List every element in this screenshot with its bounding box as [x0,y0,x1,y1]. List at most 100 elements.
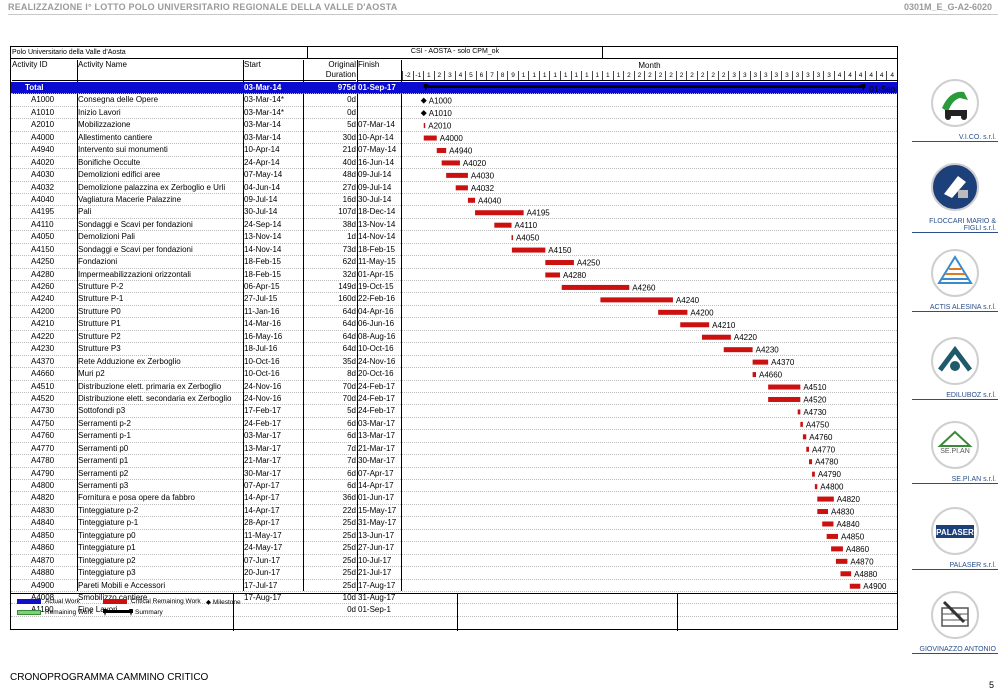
critical-bar [817,509,829,515]
col-header-name[interactable]: Activity Name [78,60,244,81]
footer-title: CRONOPROGRAMMA CAMMINO CRITICO [10,672,209,683]
month-tick: 2 [433,71,445,80]
activity-id: A4210 [31,319,55,329]
activity-id: A4940 [31,145,55,155]
activity-id: A4790 [31,468,55,478]
critical-bar [658,309,688,315]
month-tick: 3 [749,71,761,80]
milestone-icon: ◆ [206,599,213,606]
month-tick: 4 [875,71,887,80]
logo-floccari-label: FLOCCARI MARIO & FIGLI s.r.l. [912,218,998,233]
activity-id: A4900 [31,580,55,590]
legend: Actual Work Remaining Work Critical Rema… [11,593,897,631]
activity-start: 04-Jun-14 [244,182,281,192]
activity-duration: 5d [347,406,356,416]
sepian-logo: SE.PI.AN [931,421,979,469]
activity-start: 17-Jul-17 [244,580,278,590]
activity-name: Strutture P1 [78,319,121,329]
bar-label: A4020 [463,159,487,168]
activity-id: A4850 [31,530,55,540]
activity-finish: 07-May-14 [358,145,397,155]
activity-name: Fornitura e posa opere da fabbro [78,493,195,503]
activity-id: A4800 [31,481,55,490]
actual-swatch [17,598,41,604]
gantt-frame: Polo Universitario della Valle d'Aosta C… [10,46,898,631]
legend-summary: Summary [103,609,163,616]
activity-name: Allestimento cantiere [78,132,153,142]
activity-id: A4110 [31,219,54,229]
critical-bar [441,160,460,166]
activity-duration: 107d [338,207,356,217]
activity-start: 14-Apr-17 [244,505,280,515]
activity-name: Serramenti p0 [78,443,129,453]
bar-label: A4880 [854,570,878,579]
critical-bar [545,260,574,266]
activity-start: 07-Jun-17 [244,555,281,565]
activity-start: 10-Oct-16 [244,369,280,379]
activity-name: Sondaggi e Scavi per fondazioni [78,244,193,254]
critical-bar [752,372,757,378]
activity-finish: 13-Mar-17 [358,431,395,441]
month-tick: 3 [728,71,739,80]
activity-id: A4050 [31,232,55,242]
milestone-marker [420,110,427,117]
activity-duration: 25d [342,530,356,540]
activity-duration: 64d [342,306,356,316]
month-tick: 1 [570,71,582,80]
activity-id: A4040 [31,194,55,204]
bar-label: A4150 [548,246,572,255]
activity-name: Bonifiche Occulte [78,157,141,167]
legend-milestone-label: Milestone [212,599,241,606]
month-tick: 8 [496,71,508,80]
activity-id: A4220 [31,331,55,341]
activity-name: Demolizione palazzina ex Zerboglio e Url… [78,182,226,192]
critical-bar [511,235,514,241]
bar-label: A4240 [676,296,700,305]
activity-name: Distribuzione elett. primaria ex Zerbogl… [78,381,222,391]
activity-name: Demolizioni edifici aree [78,170,161,180]
legend-actual: Actual Work [17,598,80,605]
activity-start: 11-Jan-16 [244,306,280,316]
critical-bar [800,421,803,427]
col-header-start[interactable]: Start [244,60,304,81]
milestone-label: A1010 [429,109,453,118]
col-header-id[interactable]: Activity ID [12,60,78,81]
summary-bar-label: 01-Sep-17, [869,85,897,94]
col-header-duration[interactable]: Original Duration [304,60,356,81]
bar-label: A4730 [803,408,827,417]
activity-name: Sottofondi p3 [78,406,126,416]
activity-id: A1000 [31,95,55,105]
activity-duration: 6d [347,481,356,490]
activity-finish: 09-Jul-14 [358,182,392,192]
month-tick: 2 [665,71,676,80]
activity-finish: 24-Feb-17 [358,393,395,403]
svg-text:PALASER: PALASER [936,528,974,537]
logo-floccari: FLOCCARI MARIO & FIGLI s.r.l. [912,162,998,233]
critical-bar [494,222,512,228]
activity-name: Demolizioni Pali [78,232,135,242]
month-tick: 3 [770,71,782,80]
activity-name: Serramenti p3 [78,481,129,490]
activity-duration: 25d [342,555,356,565]
activity-finish: 07-Mar-14 [358,120,395,130]
critical-bar [752,359,769,365]
month-tick: 1 [559,71,571,80]
bar-label: A4860 [846,545,870,554]
activity-name: Serramenti p-2 [78,418,131,428]
activity-start: 03-Mar-14* [244,95,285,105]
activity-duration: 36d [342,493,356,503]
activity-id: A4510 [31,381,55,391]
activity-finish: 07-Apr-17 [358,468,394,478]
activity-finish: 31-May-17 [358,518,397,528]
activity-finish: 24-Feb-17 [358,381,395,391]
activity-finish: 13-Nov-14 [358,219,396,229]
activity-duration: 7d [347,456,356,466]
activity-name: Pali [78,207,92,217]
activity-start: 11-May-17 [244,530,282,540]
activity-name: Tinteggiature p1 [78,543,136,553]
month-tick: 5 [465,71,476,80]
activity-start: 24-Feb-17 [244,418,281,428]
activity-finish: 11-May-15 [358,257,396,267]
document-title: REALIZZAZIONE I° LOTTO POLO UNIVERSITARI… [8,2,398,12]
col-header-finish[interactable]: Finish [358,60,402,81]
